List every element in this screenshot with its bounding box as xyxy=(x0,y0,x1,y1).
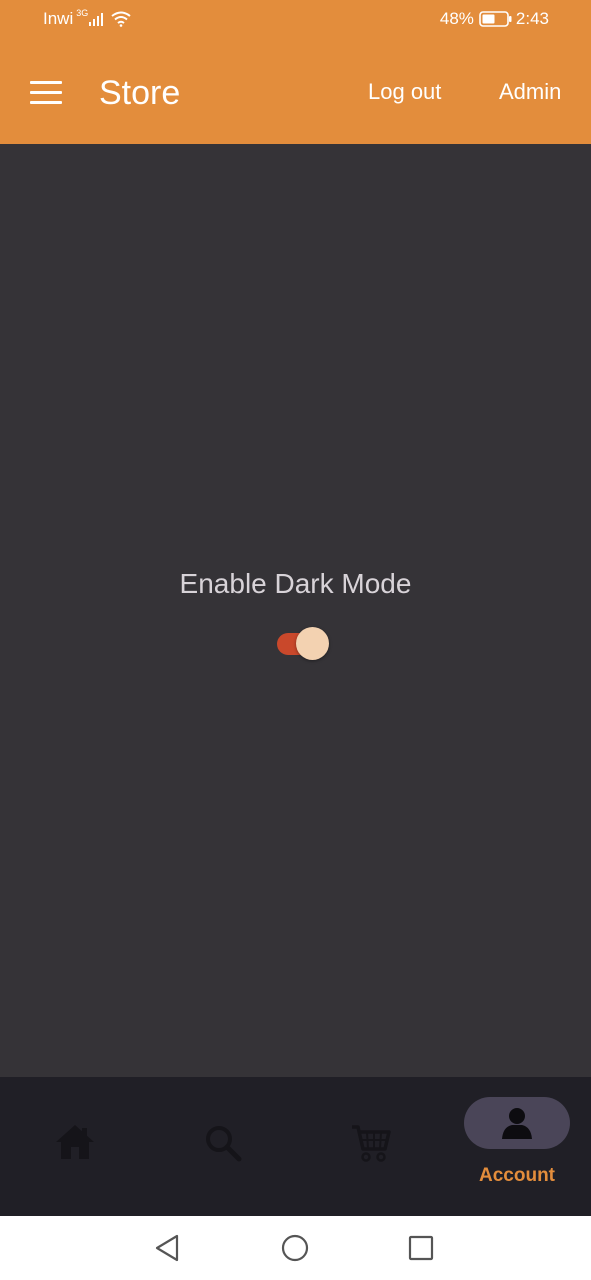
battery-icon xyxy=(479,11,512,27)
menu-icon-bar xyxy=(30,81,62,84)
logout-button[interactable]: Log out xyxy=(368,79,441,105)
wifi-icon xyxy=(111,11,131,27)
battery-percent: 48% xyxy=(439,9,474,28)
toggle-thumb xyxy=(296,627,329,660)
search-icon xyxy=(206,1126,242,1162)
status-bar: Inwi 3G 48% 2:43 xyxy=(0,0,591,40)
account-label: Account xyxy=(479,1165,555,1186)
dark-mode-label: Enable Dark Mode xyxy=(179,568,412,599)
nav-account[interactable]: Account xyxy=(464,1077,570,1197)
menu-button[interactable] xyxy=(30,81,62,105)
nav-search[interactable] xyxy=(198,1117,248,1167)
app-bar: Store Log out Admin xyxy=(0,40,591,144)
recent-apps-icon[interactable] xyxy=(406,1233,436,1263)
account-icon xyxy=(502,1108,532,1139)
cart-icon xyxy=(352,1125,391,1162)
page-title: Store xyxy=(99,74,181,112)
back-icon[interactable] xyxy=(153,1233,183,1263)
status-right: 48% 2:43 xyxy=(440,9,549,29)
clock: 2:43 xyxy=(515,9,549,28)
menu-icon-bar xyxy=(30,101,62,104)
bottom-navigation: Account xyxy=(0,1077,591,1216)
signal-icon xyxy=(89,13,104,26)
home-icon xyxy=(56,1125,94,1159)
carrier-name: Inwi xyxy=(43,9,74,28)
network-type: 3G xyxy=(76,8,89,18)
dark-mode-toggle[interactable] xyxy=(276,627,330,662)
home-circle-icon[interactable] xyxy=(280,1233,310,1263)
system-navigation-bar xyxy=(0,1216,591,1280)
nav-cart[interactable] xyxy=(345,1117,395,1167)
menu-icon-bar xyxy=(30,91,62,94)
main-content: Enable Dark Mode xyxy=(0,144,591,1077)
admin-button[interactable]: Admin xyxy=(499,79,561,105)
status-left: Inwi 3G xyxy=(43,8,131,29)
account-pill xyxy=(464,1097,570,1149)
nav-home[interactable] xyxy=(50,1117,100,1167)
